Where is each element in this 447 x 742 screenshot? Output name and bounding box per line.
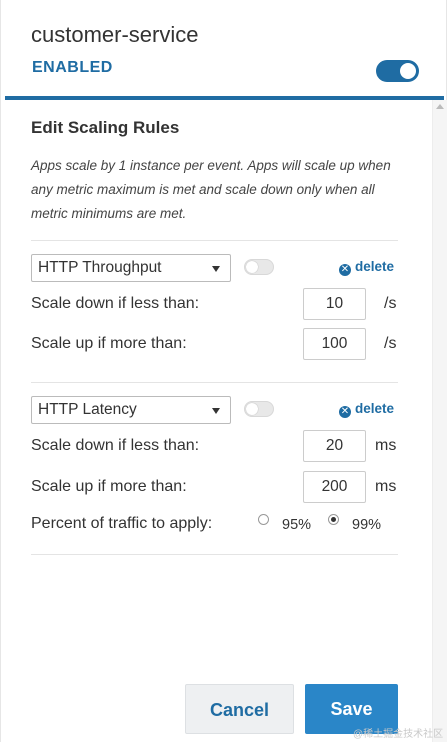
delete-label: delete	[355, 259, 395, 274]
scale-down-label: Scale down if less than:	[31, 295, 200, 312]
toggle-knob	[400, 63, 416, 79]
delete-label: delete	[355, 401, 395, 416]
scaling-rules-panel: customer-service ENABLED Edit Scaling Ru…	[0, 0, 447, 742]
watermark: @稀土掘金技术社区	[353, 729, 444, 740]
delete-rule-latency[interactable]: ✕ delete	[339, 401, 394, 418]
percent-option-label: 99%	[352, 517, 382, 533]
metric-select-throughput[interactable]: HTTP Throughput	[31, 254, 231, 282]
status-label: ENABLED	[32, 59, 113, 76]
scale-down-label: Scale down if less than:	[31, 437, 200, 454]
divider	[31, 240, 398, 241]
delete-rule-throughput[interactable]: ✕ delete	[339, 259, 394, 276]
scale-up-label: Scale up if more than:	[31, 478, 187, 495]
scale-up-input-latency[interactable]: 200	[303, 471, 366, 503]
metric-select-latency[interactable]: HTTP Latency	[31, 396, 231, 424]
scale-up-input-throughput[interactable]: 100	[303, 328, 366, 360]
rule-toggle-throughput[interactable]	[244, 259, 274, 275]
enable-toggle[interactable]	[376, 60, 419, 82]
unit-label: /s	[384, 335, 397, 352]
metric-select-value: HTTP Throughput	[38, 259, 162, 276]
scale-down-input-latency[interactable]: 20	[303, 430, 366, 462]
scale-up-label: Scale up if more than:	[31, 335, 187, 352]
scrollbar[interactable]	[432, 100, 447, 742]
chevron-down-icon	[212, 408, 220, 414]
metric-select-value: HTTP Latency	[38, 401, 137, 418]
divider	[31, 382, 398, 383]
toggle-knob	[246, 403, 258, 415]
close-circle-icon: ✕	[339, 406, 351, 418]
scale-down-input-throughput[interactable]: 10	[303, 288, 366, 320]
app-header: customer-service ENABLED	[1, 0, 447, 100]
toggle-knob	[246, 261, 258, 273]
percent-radio-95[interactable]	[258, 514, 269, 525]
percent-radio-99[interactable]	[328, 514, 339, 525]
unit-label: /s	[384, 295, 397, 312]
app-name: customer-service	[31, 22, 199, 47]
rule-toggle-latency[interactable]	[244, 401, 274, 417]
section-title: Edit Scaling Rules	[31, 118, 180, 137]
unit-label: ms	[375, 478, 397, 495]
header-divider	[5, 96, 444, 100]
unit-label: ms	[375, 437, 397, 454]
scroll-up-arrow-icon[interactable]	[436, 104, 444, 109]
percent-traffic-label: Percent of traffic to apply:	[31, 515, 213, 532]
help-text: Apps scale by 1 instance per event. Apps…	[31, 158, 391, 221]
close-circle-icon: ✕	[339, 264, 351, 276]
divider	[31, 554, 398, 555]
chevron-down-icon	[212, 266, 220, 272]
cancel-button[interactable]: Cancel	[185, 684, 294, 734]
percent-option-label: 95%	[282, 517, 312, 533]
